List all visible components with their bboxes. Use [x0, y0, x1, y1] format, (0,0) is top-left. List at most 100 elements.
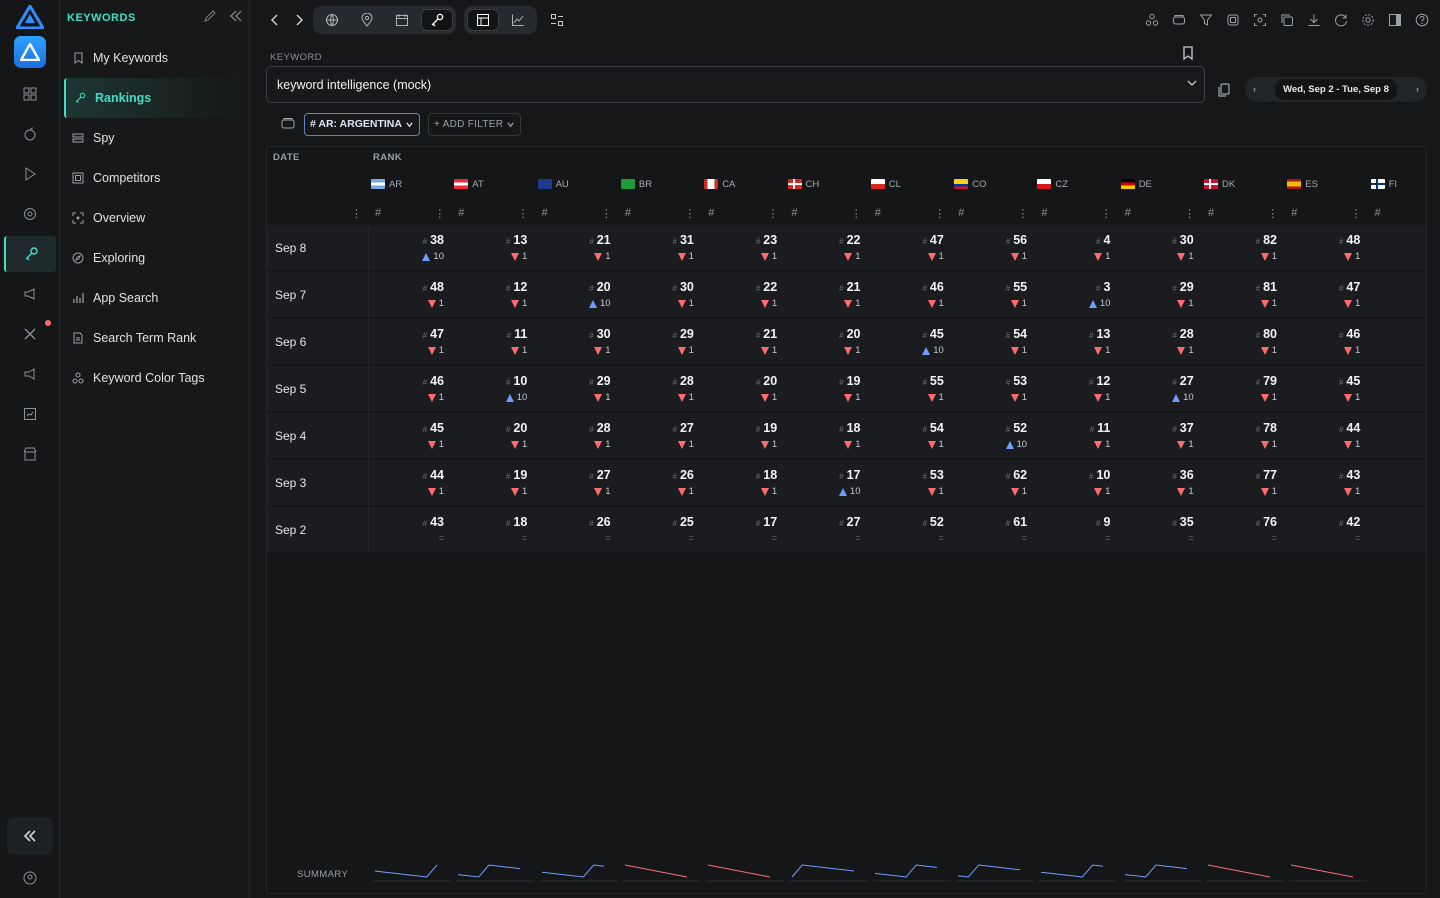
- column-menu-icon[interactable]: ⋮: [1017, 207, 1028, 221]
- rank-cell[interactable]: #48 1: [1285, 225, 1368, 271]
- rank-cell[interactable]: #55 1: [869, 366, 952, 412]
- screenshot-icon[interactable]: [1251, 11, 1268, 28]
- column-menu-icon[interactable]: ⋮: [1184, 207, 1195, 221]
- rank-cell[interactable]: #78 1: [1202, 413, 1285, 459]
- tools-icon[interactable]: [20, 324, 40, 344]
- calendar-icon[interactable]: [386, 9, 418, 31]
- settings-sliders-icon[interactable]: [547, 10, 567, 30]
- rank-cell[interactable]: #48 1: [369, 272, 452, 318]
- chart-view-icon[interactable]: [502, 9, 534, 31]
- rank-cell[interactable]: #20 1: [452, 413, 535, 459]
- rank-cell[interactable]: #21 1: [536, 225, 619, 271]
- rank-cell[interactable]: #43 =: [369, 507, 452, 553]
- eye-icon[interactable]: [20, 204, 40, 224]
- rank-cell[interactable]: #46 1: [369, 366, 452, 412]
- rank-cell[interactable]: #53 1: [952, 366, 1035, 412]
- sidebar-item-search-term-rank[interactable]: Search Term Rank: [64, 318, 248, 358]
- table-row[interactable]: Sep 8 #38 10 #13 1 #21 1 #31 1 #23 1 #22 1 #47 1 #56 1 #4…: [267, 225, 1426, 271]
- panel-toggle-icon[interactable]: [1386, 11, 1403, 28]
- key-filter-icon[interactable]: [421, 9, 453, 31]
- table-row[interactable]: Sep 6 #47 1 #11 1 #30 1 #29 1 #21 1 #20 1 #45 10 #54 1 #1…: [267, 319, 1426, 365]
- country-header-es[interactable]: ES: [1287, 177, 1318, 191]
- country-header-au[interactable]: AU: [537, 177, 569, 191]
- rank-cell[interactable]: #20 10: [536, 272, 619, 318]
- report-icon[interactable]: [20, 404, 40, 424]
- rank-cell[interactable]: #77 1: [1202, 460, 1285, 506]
- rank-cell[interactable]: #37 1: [1119, 413, 1202, 459]
- filter-funnel-icon[interactable]: [1197, 11, 1214, 28]
- layers-stack-icon[interactable]: [1170, 11, 1187, 28]
- filter-settings-icon[interactable]: [280, 116, 296, 132]
- country-header-cl[interactable]: CL: [870, 177, 901, 191]
- refresh-icon[interactable]: [1332, 11, 1349, 28]
- rank-cell[interactable]: #9 =: [1035, 507, 1118, 553]
- rank-cell[interactable]: #18 =: [452, 507, 535, 553]
- store-icon[interactable]: [20, 444, 40, 464]
- sidebar-item-app-search[interactable]: App Search: [64, 278, 248, 318]
- column-menu-icon[interactable]: ⋮: [434, 207, 445, 221]
- rank-cell[interactable]: #47 1: [1285, 272, 1368, 318]
- next-range-chevron-icon[interactable]: ›: [1416, 84, 1419, 95]
- rank-cell[interactable]: #31 1: [619, 225, 702, 271]
- duplicate-icon[interactable]: [1278, 11, 1295, 28]
- rank-cell[interactable]: #11 1: [452, 319, 535, 365]
- sidebar-item-exploring[interactable]: Exploring: [64, 238, 248, 278]
- rank-cell[interactable]: #52 =: [869, 507, 952, 553]
- rank-cell[interactable]: #29 1: [1119, 272, 1202, 318]
- rank-cell[interactable]: #30 1: [536, 319, 619, 365]
- rank-cell[interactable]: #18 1: [786, 413, 869, 459]
- rank-cell[interactable]: #21 1: [702, 319, 785, 365]
- country-header-dk[interactable]: DK: [1204, 177, 1235, 191]
- country-header-ca[interactable]: CA: [704, 177, 735, 191]
- rank-cell[interactable]: #56 1: [952, 225, 1035, 271]
- rank-cell[interactable]: #43 1: [1285, 460, 1368, 506]
- rank-cell[interactable]: #55 1: [952, 272, 1035, 318]
- rank-cell[interactable]: #80 1: [1202, 319, 1285, 365]
- rank-cell[interactable]: #27 1: [536, 460, 619, 506]
- keywords-key-icon[interactable]: [4, 236, 56, 272]
- rank-cell[interactable]: #81 1: [1202, 272, 1285, 318]
- box-icon[interactable]: [1224, 11, 1241, 28]
- rank-cell[interactable]: #28 1: [536, 413, 619, 459]
- rank-cell[interactable]: #30 1: [1119, 225, 1202, 271]
- sidebar-item-spy[interactable]: Spy: [64, 118, 248, 158]
- rank-cell[interactable]: #27 10: [1119, 366, 1202, 412]
- rank-cell[interactable]: #27 1: [619, 413, 702, 459]
- column-menu-icon[interactable]: ⋮: [684, 207, 695, 221]
- bookmark-icon[interactable]: [1180, 45, 1196, 61]
- rank-cell[interactable]: #54 1: [869, 413, 952, 459]
- country-header-co[interactable]: CO: [954, 177, 986, 191]
- rank-cell[interactable]: #53 1: [869, 460, 952, 506]
- rank-cell[interactable]: #82 1: [1202, 225, 1285, 271]
- column-menu-icon[interactable]: ⋮: [768, 207, 779, 221]
- country-header-ar[interactable]: AR: [371, 177, 402, 191]
- apps-grid-icon[interactable]: [20, 84, 40, 104]
- country-header-ch[interactable]: CH: [787, 177, 819, 191]
- rank-cell[interactable]: #10 1: [1035, 460, 1118, 506]
- rank-cell[interactable]: #76 =: [1202, 507, 1285, 553]
- location-pin-icon[interactable]: [351, 9, 383, 31]
- rank-cell[interactable]: #42 =: [1285, 507, 1368, 553]
- country-filter-chip[interactable]: # AR: ARGENTINA: [304, 112, 420, 136]
- apple-icon[interactable]: [20, 124, 40, 144]
- table-row[interactable]: Sep 3 #44 1 #19 1 #27 1 #26 1 #18 1 #17 10 #53 1 #62 1 #1…: [267, 460, 1426, 506]
- back-chevron-icon[interactable]: [265, 10, 285, 30]
- play-store-icon[interactable]: [20, 164, 40, 184]
- rank-cell[interactable]: #11 1: [1035, 413, 1118, 459]
- rank-cell[interactable]: #54 1: [952, 319, 1035, 365]
- rank-cell[interactable]: #20 1: [702, 366, 785, 412]
- collapse-rail-button[interactable]: [7, 817, 53, 855]
- megaphone-icon[interactable]: [20, 284, 40, 304]
- country-header-de[interactable]: DE: [1120, 177, 1152, 191]
- forward-chevron-icon[interactable]: [289, 10, 309, 30]
- rank-cell[interactable]: #12 1: [1035, 366, 1118, 412]
- table-row[interactable]: Sep 7 #48 1 #12 1 #20 10 #30 1 #22 1 #21 1 #46 1 #55 1 #3…: [267, 272, 1426, 318]
- rank-cell[interactable]: #52 10: [952, 413, 1035, 459]
- date-range-label[interactable]: Wed, Sep 2 - Tue, Sep 8: [1275, 79, 1397, 100]
- rank-cell[interactable]: #28 1: [619, 366, 702, 412]
- country-header-fi[interactable]: FI: [1370, 177, 1397, 191]
- rank-cell[interactable]: #17 =: [702, 507, 785, 553]
- rank-cell[interactable]: #22 1: [786, 225, 869, 271]
- rank-cell[interactable]: #19 1: [702, 413, 785, 459]
- rank-cell[interactable]: #62 1: [952, 460, 1035, 506]
